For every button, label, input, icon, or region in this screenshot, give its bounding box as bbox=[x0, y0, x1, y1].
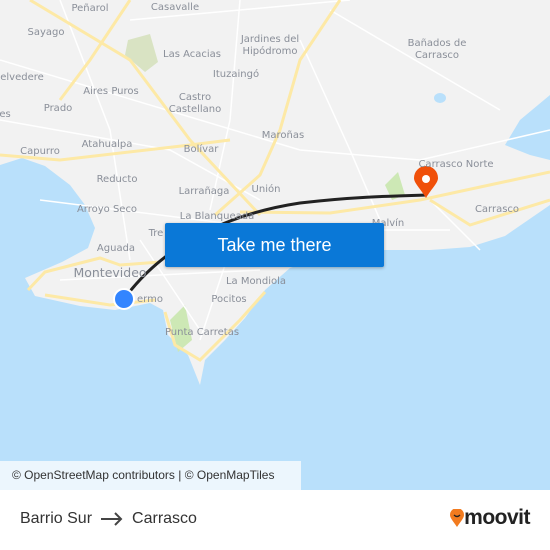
label: Peñarol bbox=[71, 3, 108, 14]
label: Larrañaga bbox=[179, 186, 230, 197]
label: Castro bbox=[179, 92, 211, 103]
label: La Mondiola bbox=[226, 276, 286, 287]
moovit-pin-icon bbox=[450, 509, 465, 527]
route-summary: Barrio Sur Carrasco bbox=[20, 510, 197, 528]
label: Aguada bbox=[97, 243, 135, 254]
label: Carrasco bbox=[475, 204, 519, 215]
label: Reducto bbox=[97, 174, 138, 185]
label: La Blanqueada bbox=[180, 211, 254, 222]
label: Aires Puros bbox=[83, 86, 138, 97]
label: Atahualpa bbox=[82, 139, 133, 150]
label: Sayago bbox=[28, 27, 65, 38]
label: ermo bbox=[137, 294, 163, 305]
label: Maroñas bbox=[262, 130, 304, 141]
label: Hipódromo bbox=[243, 45, 298, 57]
label: Tre bbox=[148, 228, 164, 239]
label: Ituzaingó bbox=[213, 68, 259, 80]
take-me-there-button[interactable]: Take me there bbox=[165, 223, 384, 267]
label: es bbox=[0, 109, 11, 120]
label: Carrasco Norte bbox=[418, 159, 493, 170]
map-attribution[interactable]: © OpenStreetMap contributors | © OpenMap… bbox=[0, 461, 301, 490]
moovit-logo: moovit bbox=[450, 506, 530, 530]
label: Unión bbox=[252, 183, 281, 195]
label: Bañados de bbox=[408, 38, 467, 49]
label: Prado bbox=[44, 103, 73, 114]
label: Las Acacias bbox=[163, 49, 221, 60]
brand-name: moovit bbox=[464, 506, 530, 529]
label: Casavalle bbox=[151, 2, 199, 13]
label: elvedere bbox=[0, 72, 44, 83]
label: Carrasco bbox=[415, 50, 459, 61]
label: Punta Carretas bbox=[165, 327, 239, 338]
label: Capurro bbox=[20, 146, 60, 157]
label: Castellano bbox=[169, 104, 222, 115]
label: Arroyo Seco bbox=[77, 204, 137, 215]
label: Jardines del bbox=[240, 34, 299, 45]
origin-name: Barrio Sur bbox=[20, 510, 93, 527]
lake bbox=[434, 93, 446, 103]
arrow-right-icon bbox=[101, 512, 123, 526]
label: Montevideo bbox=[73, 265, 146, 280]
origin-dot-icon bbox=[113, 288, 135, 310]
destination-name: Carrasco bbox=[132, 510, 197, 527]
label: Pocitos bbox=[211, 294, 246, 305]
label: Bolívar bbox=[184, 143, 220, 155]
